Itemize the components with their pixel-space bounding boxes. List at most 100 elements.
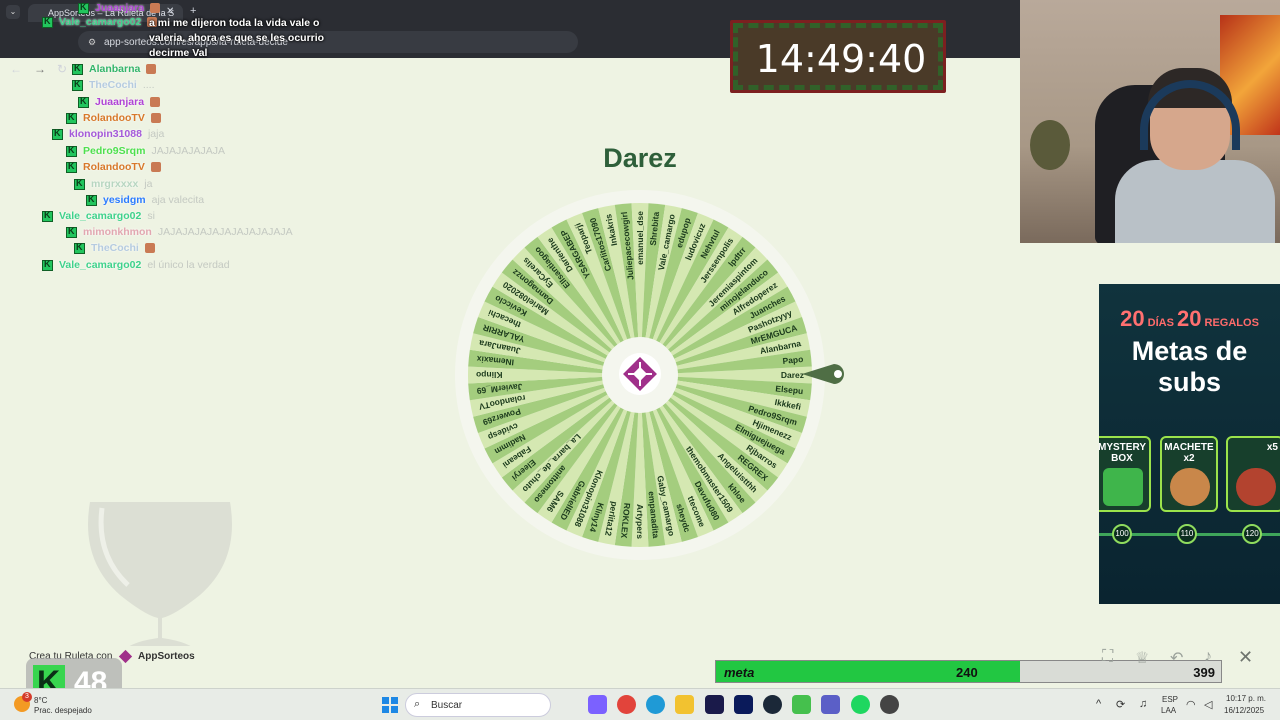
emote-icon: [144, 243, 155, 253]
reward-card-platter: x5: [1226, 436, 1280, 512]
plant-image: [1030, 120, 1070, 170]
search-icon: ⌕: [414, 698, 421, 710]
chat-message: RolandooTV: [66, 110, 163, 126]
chat-username[interactable]: TheCochi: [89, 79, 137, 91]
chat-text: ....: [142, 79, 155, 91]
steam-icon[interactable]: [763, 695, 782, 714]
weather-widget[interactable]: 3 8°C Prac. despejado: [12, 692, 102, 718]
sub-goals-panel: 20 DÍAS 20 REGALOS Metas de subs MYSTERY…: [1099, 284, 1280, 604]
emote-icon: [150, 97, 161, 107]
close-icon[interactable]: ✕: [1238, 647, 1253, 668]
glass-image: [88, 502, 232, 652]
subscriber-badge-icon: [66, 145, 77, 157]
subscriber-badge-icon: [78, 2, 89, 14]
subscriber-badge-icon: [74, 242, 85, 254]
subscriber-badge-icon: [66, 161, 77, 173]
milestone-node: 110: [1177, 524, 1197, 544]
chrome-icon[interactable]: [617, 695, 636, 714]
edge-icon[interactable]: [646, 695, 665, 714]
subscriber-badge-icon: [66, 112, 77, 124]
language-code[interactable]: ESP: [1162, 695, 1178, 704]
chat-username[interactable]: Vale_camargo02: [59, 210, 141, 222]
chat-message: Vale_camargo02: [42, 14, 159, 30]
windows-taskbar: 3 8°C Prac. despejado ⌕ Buscar ^ ⟳ ♫ ESP…: [0, 688, 1280, 720]
goals-title: Metas de subs: [1099, 336, 1280, 398]
chat-username[interactable]: RolandooTV: [83, 112, 145, 124]
chat-username[interactable]: Juaanjara: [95, 2, 144, 14]
milestone-node: 120: [1242, 524, 1262, 544]
microphone-icon[interactable]: ♫: [1139, 698, 1147, 710]
subscriber-badge-icon: [42, 259, 53, 271]
undo-icon[interactable]: ↶: [1170, 648, 1183, 668]
chat-username[interactable]: mimonkhmon: [83, 226, 152, 238]
volume-icon[interactable]: ♪: [1204, 648, 1212, 666]
chat-highlight-message: a mi me dijeron toda la vida vale o vale…: [149, 17, 325, 59]
emote-icon: [150, 162, 161, 172]
mystery-box-icon: [1103, 468, 1143, 506]
clock-time[interactable]: 10:17 p. m.: [1226, 694, 1266, 703]
wifi-icon[interactable]: ◠: [1186, 698, 1196, 711]
weather-condition: Prac. despejado: [34, 706, 92, 715]
taskbar-search[interactable]: ⌕ Buscar: [405, 693, 551, 717]
days-label: DÍAS: [1147, 317, 1174, 329]
chat-username[interactable]: Juaanjara: [95, 96, 144, 108]
chat-message: Alanbarna: [72, 61, 158, 77]
chat-username[interactable]: Vale_camargo02: [59, 259, 141, 271]
chat-message: klonopin31088 jaja: [52, 126, 164, 142]
gifts-label: REGALOS: [1204, 317, 1259, 329]
chat-message: mimonkhmon JAJAJAJAJAJAJAJAJAJAJA: [66, 224, 293, 240]
meta-goal-value: 399: [1193, 665, 1215, 680]
subscriber-badge-icon: [52, 128, 63, 140]
chat-message: yesidgm aja valecita: [86, 192, 204, 208]
obs-icon[interactable]: [880, 695, 899, 714]
chat-text: aja valecita: [151, 194, 205, 206]
fullscreen-icon[interactable]: ⛶: [1102, 648, 1113, 666]
chat-username[interactable]: TheCochi: [91, 242, 139, 254]
spotify-icon[interactable]: [851, 695, 870, 714]
chat-username[interactable]: RolandooTV: [83, 161, 145, 173]
chat-text: JAJAJAJAJAJAJAJAJAJAJA: [157, 226, 293, 238]
weather-temp: 8°C: [34, 696, 48, 705]
kick-app-icon[interactable]: [792, 695, 811, 714]
chat-username[interactable]: klonopin31088: [69, 128, 142, 140]
wheel-entry-label: Klinpo: [476, 370, 502, 380]
audition-icon[interactable]: [734, 695, 753, 714]
chat-username[interactable]: Pedro9Srqm: [83, 145, 145, 157]
chat-text: si: [147, 210, 155, 222]
chat-message: RolandooTV: [66, 159, 163, 175]
wheel-pointer-icon: [802, 364, 844, 384]
premiere-icon[interactable]: [705, 695, 724, 714]
food-platter-icon: [1236, 468, 1276, 506]
tray-overflow-icon[interactable]: ^: [1096, 698, 1101, 710]
goals-title-line1: Metas de: [1131, 336, 1248, 366]
teams-icon[interactable]: [821, 695, 840, 714]
keyboard-layout[interactable]: LAA: [1161, 706, 1176, 715]
streamer-body: [1115, 160, 1275, 243]
subscriber-badge-icon: [66, 226, 77, 238]
trophy-icon[interactable]: ♕: [1135, 648, 1149, 668]
search-placeholder: Buscar: [431, 700, 463, 711]
chat-username[interactable]: mrgrxxxx: [91, 178, 138, 190]
clock-date[interactable]: 16/12/2025: [1224, 706, 1264, 715]
chat-username[interactable]: Alanbarna: [89, 63, 140, 75]
appsorteos-logo-icon[interactable]: [618, 352, 662, 396]
emote-icon: [146, 64, 157, 74]
speaker-icon[interactable]: ◁: [1204, 698, 1212, 711]
windows-start-icon[interactable]: [382, 697, 398, 713]
milestone-node: 100: [1112, 524, 1132, 544]
chat-username[interactable]: yesidgm: [103, 194, 146, 206]
sync-icon[interactable]: ⟳: [1116, 698, 1125, 711]
file-explorer-icon[interactable]: [675, 695, 694, 714]
copilot-icon[interactable]: [588, 695, 607, 714]
chat-text: jaja: [147, 128, 165, 140]
chat-message: Pedro9Srqm JAJAJAJAJAJA: [66, 143, 225, 159]
subscriber-badge-icon: [78, 96, 89, 108]
days-number: 20: [1120, 306, 1145, 331]
chat-message: TheCochi: [74, 240, 157, 256]
subscriber-badge-icon: [42, 16, 53, 28]
notification-badge: 3: [22, 692, 32, 702]
reward-label: MACHETE x2: [1164, 442, 1214, 464]
reward-card-mystery: MYSTERY BOX: [1099, 436, 1151, 512]
chat-username[interactable]: Vale_camargo02: [59, 16, 141, 28]
chat-message: Vale_camargo02 el único la verdad: [42, 257, 230, 273]
